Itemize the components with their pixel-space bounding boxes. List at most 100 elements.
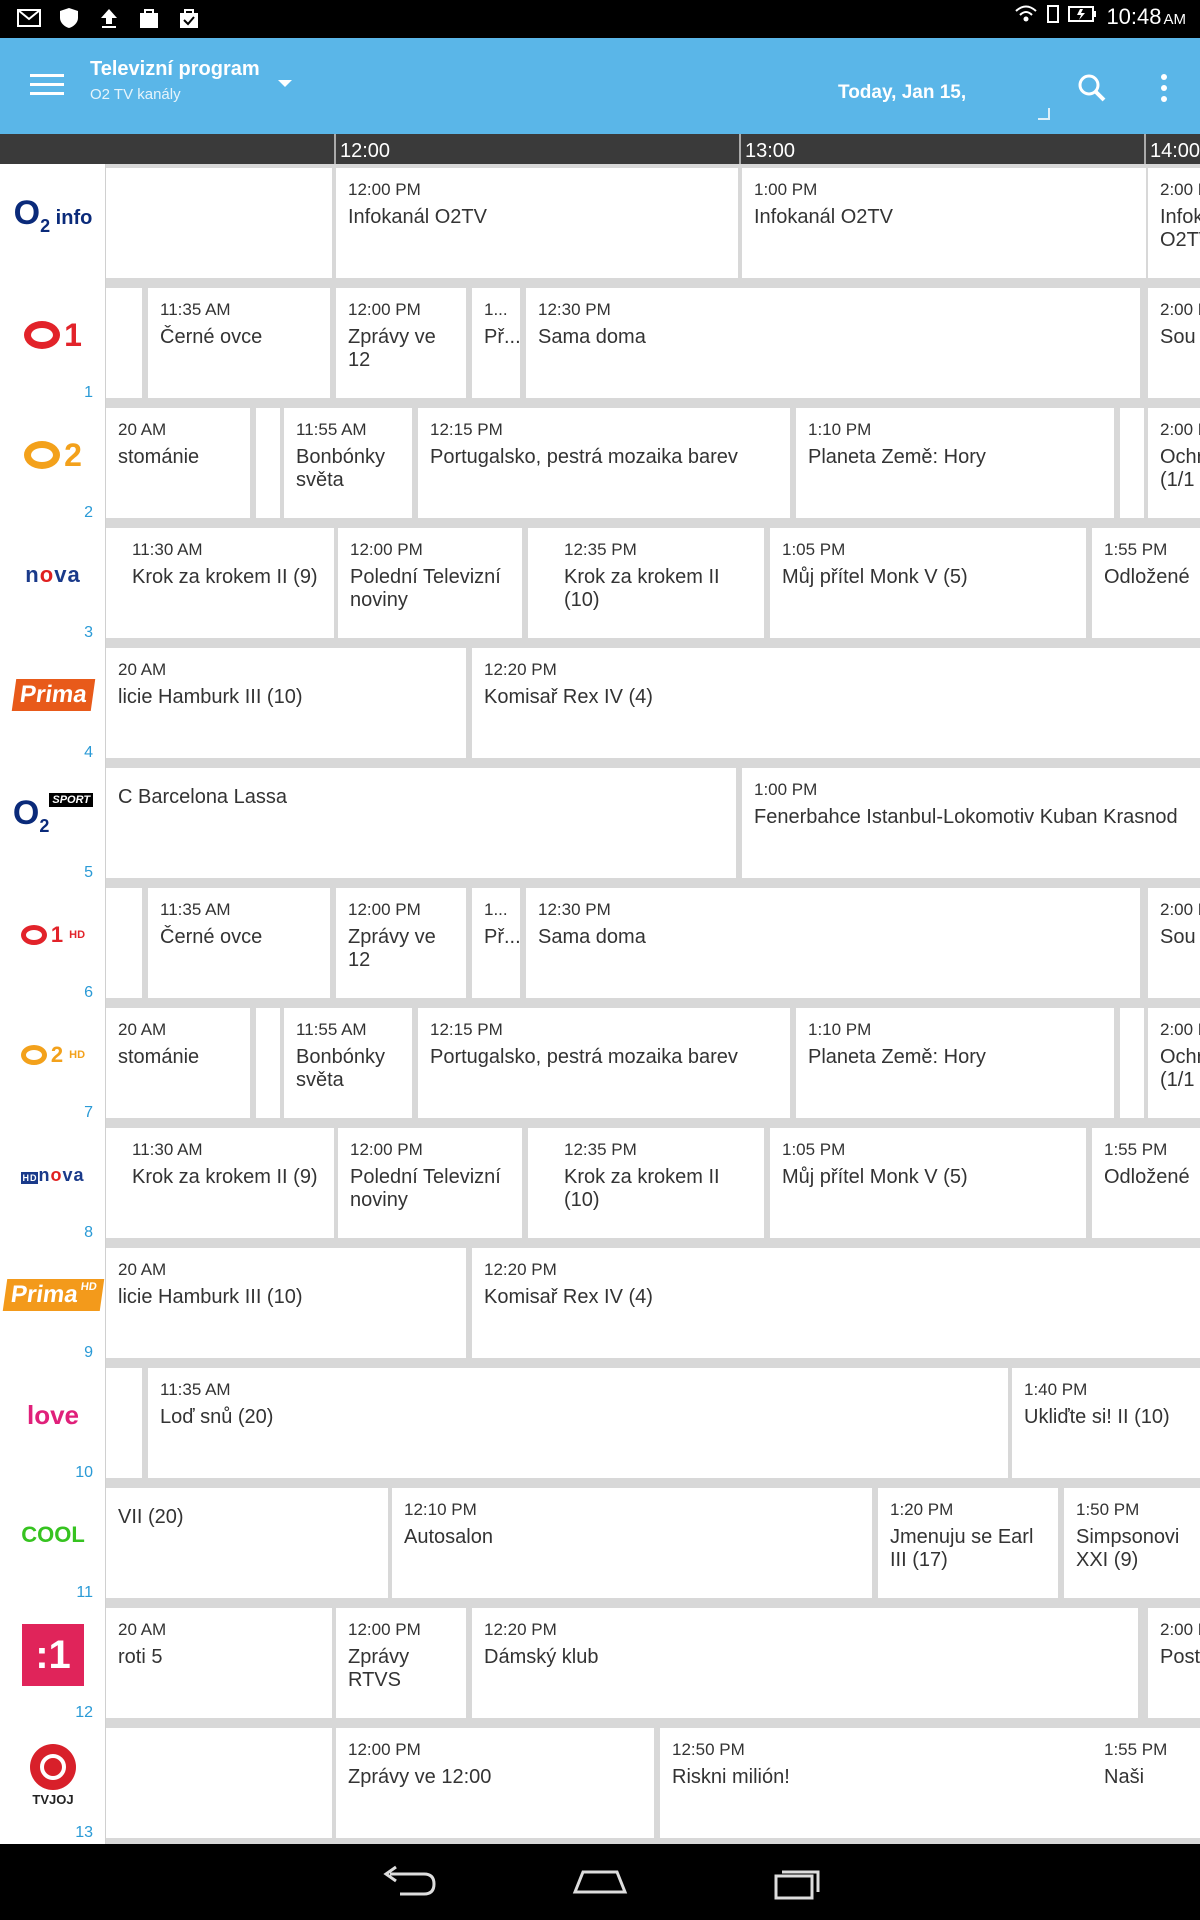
back-button[interactable] [372,1862,442,1902]
program-cell[interactable]: 1:00 PM Infokanál O2TV [742,168,1146,278]
channel-header[interactable]: O2 info [0,164,106,284]
channel-header[interactable]: love 10 [0,1364,106,1484]
program-cell[interactable]: 2:00 PM Infokanál O2TV [1148,168,1200,278]
program-cell[interactable] [106,288,142,398]
program-cell[interactable]: 1:05 PM Můj přítel Monk V (5) [770,1128,1086,1238]
program-cell[interactable]: 12:50 PM Riskni milión! [660,1728,1092,1838]
program-cell[interactable]: 12:35 PM Krok za krokem II (10) [552,528,764,638]
program-cell[interactable]: 12:20 PM Komisař Rex IV (4) [472,1248,1200,1358]
program-cell[interactable]: 11:35 AM Černé ovce [148,888,330,998]
program-title: Černé ovce [160,326,263,348]
program-cell[interactable]: 11:30 AM Krok za krokem II (9) [120,1128,334,1238]
program-cell[interactable]: 11:55 AM Bonbónky světa [284,1008,412,1118]
chevron-down-icon[interactable] [278,80,292,87]
channel-header[interactable]: :1 12 [0,1604,106,1724]
program-cell[interactable]: 12:20 PM Dámský klub [472,1608,1138,1718]
home-button[interactable] [565,1862,635,1902]
program-cell[interactable]: 12:00 PM Polední Televizní noviny [338,1128,522,1238]
channel-header[interactable]: HDnova 8 [0,1124,106,1244]
program-cell[interactable]: 12:00 PM Zprávy RTVS [336,1608,466,1718]
channel-header[interactable]: 22 [0,404,106,524]
program-cell[interactable]: 12:30 PM Sama doma [526,288,1140,398]
program-cell[interactable]: 20 AM stománie [106,408,250,518]
program-cell[interactable]: 1:55 PM Odložené [1092,1128,1200,1238]
channel-header[interactable]: PrimaHD 9 [0,1244,106,1364]
program-cell[interactable]: 2:00 PM Ochr (1/1 [1148,1008,1200,1118]
program-cell[interactable] [1120,1008,1144,1118]
program-cell[interactable] [1120,408,1144,518]
channel-number: 9 [84,1344,93,1361]
program-cell[interactable] [528,1128,552,1238]
overflow-menu-button[interactable] [1152,68,1176,108]
program-cell[interactable] [106,1368,142,1478]
program-cell[interactable]: 1:55 PM Naši [1092,1728,1200,1838]
program-cell[interactable]: 12:15 PM Portugalsko, pestrá mozaika bare… [418,408,790,518]
program-cell[interactable]: 1:05 PM Můj přítel Monk V (5) [770,528,1086,638]
date-selector[interactable]: Today, Jan 15, [820,60,1050,120]
program-cell[interactable] [106,1728,332,1838]
program-time: 12:30 PM [538,900,611,919]
program-cell[interactable]: 1:20 PM Jmenuju se Earl III (17) [878,1488,1058,1598]
channel-header[interactable]: 1 HD 6 [0,884,106,1004]
program-cell[interactable]: 20 AM licie Hamburk III (10) [106,1248,466,1358]
program-cell[interactable]: 1:10 PM Planeta Země: Hory [796,408,1114,518]
program-title: Jmenuju se Earl III (17) [890,1526,1034,1571]
program-cell[interactable]: 1:50 PM Simpsonovi XXI (9) [1064,1488,1200,1598]
program-cell[interactable]: 12:30 PM Sama doma [526,888,1140,998]
channel-header[interactable]: TVJOJ 13 [0,1724,106,1844]
program-title: Dámský klub [484,1646,599,1668]
program-cell[interactable] [256,1008,280,1118]
program-cell[interactable] [528,528,552,638]
title-block[interactable]: Televizní program O2 TV kanály [90,58,260,103]
program-cell[interactable]: 2:00 PM Ochr (1/1 [1148,408,1200,518]
program-cell[interactable]: 12:00 PM Infokanál O2TV [336,168,738,278]
time-ruler[interactable]: 12:00 13:00 14:00 [0,134,1200,164]
program-cell[interactable]: 1:40 PM Ukliďte si! II (10) [1012,1368,1200,1478]
epg-grid[interactable]: 12:00 PM Infokanál O2TV 1:00 PM Infokanál O… [0,164,1200,1844]
program-cell[interactable]: 1:55 PM Odložené [1092,528,1200,638]
program-cell[interactable] [106,168,332,278]
program-cell[interactable]: C Barcelona Lassa [106,768,736,878]
page-subtitle: O2 TV kanály [90,86,181,103]
program-cell[interactable]: 12:15 PM Portugalsko, pestrá mozaika bare… [418,1008,790,1118]
program-cell[interactable]: 12:00 PM Zprávy ve 12:00 [336,1728,654,1838]
channel-header[interactable]: 11 [0,284,106,404]
program-cell[interactable]: 1... Př... [472,288,520,398]
program-cell[interactable]: 1... Př... [472,888,520,998]
channel-header[interactable]: Prima 4 [0,644,106,764]
program-cell[interactable] [256,408,280,518]
program-cell[interactable]: 12:00 PM Zprávy ve 12 [336,288,466,398]
program-title: Polední Televizní noviny [350,1166,501,1211]
channel-header[interactable]: O2SPORT 5 [0,764,106,884]
program-time: 11:30 AM [132,1140,203,1159]
program-cell[interactable]: 12:35 PM Krok za krokem II (10) [552,1128,764,1238]
channel-header[interactable]: COOL 11 [0,1484,106,1604]
program-cell[interactable]: 20 AM stománie [106,1008,250,1118]
program-cell[interactable]: 2:00 PM Sou [1148,888,1200,998]
program-cell[interactable] [106,888,142,998]
recents-button[interactable] [762,1862,832,1902]
program-cell[interactable]: 11:35 AM Černé ovce [148,288,330,398]
program-title: Komisař Rex IV (4) [484,686,653,708]
channel-header[interactable]: nova 3 [0,524,106,644]
program-cell[interactable]: 20 AM licie Hamburk III (10) [106,648,466,758]
channel-logo: O2 info [13,193,93,236]
program-cell[interactable]: 11:55 AM Bonbónky světa [284,408,412,518]
program-time: 11:35 AM [160,300,231,319]
program-cell[interactable]: 12:20 PM Komisař Rex IV (4) [472,648,1200,758]
program-cell[interactable]: 12:10 PM Autosalon [392,1488,872,1598]
program-cell[interactable]: 2:00 PM Sou [1148,288,1200,398]
menu-button[interactable] [24,68,70,104]
program-cell[interactable]: 12:00 PM Polední Televizní noviny [338,528,522,638]
program-cell[interactable]: 11:30 AM Krok za krokem II (9) [120,528,334,638]
program-cell[interactable]: 1:00 PM Fenerbahce Istanbul-Lokomotiv Kub… [742,768,1200,878]
channel-header[interactable]: 2 HD 7 [0,1004,106,1124]
program-cell[interactable]: 1:10 PM Planeta Země: Hory [796,1008,1114,1118]
program-cell[interactable]: 11:35 AM Loď snů (20) [148,1368,1008,1478]
program-cell[interactable]: 20 AM roti 5 [106,1608,332,1718]
program-cell[interactable]: 2:00 PM Post [1148,1608,1200,1718]
program-cell[interactable]: VII (20) [106,1488,388,1598]
program-cell[interactable]: 12:00 PM Zprávy ve 12 [336,888,466,998]
search-button[interactable] [1072,68,1112,108]
channel-row: VII (20) 12:10 PM Autosalon 1:20 PM Jmenuju … [0,1484,1200,1604]
